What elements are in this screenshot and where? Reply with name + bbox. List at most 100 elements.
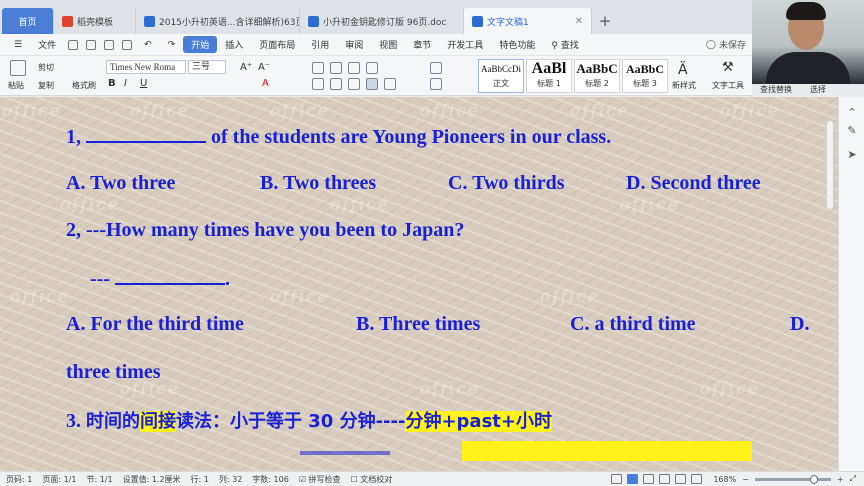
document-proofread[interactable]: ☐ 文档校对 [351,474,393,485]
justify-icon[interactable] [366,78,378,90]
style-heading-3[interactable]: AaBbC 标题 3 [622,59,668,93]
menu-item-insert[interactable]: 插入 [217,38,251,51]
hamburger-icon[interactable]: ☰ [6,40,30,50]
row-number: 行: 1 [190,474,209,484]
tab-document-1[interactable]: 2015小升初英语...含详细解析)63页 [136,8,300,34]
word-count[interactable]: 字数: 106 [252,474,289,485]
page-view-icon[interactable] [627,474,639,484]
menu-item-chapter[interactable]: 章节 [405,38,439,51]
redo-icon[interactable]: ↷ [160,40,184,50]
zoom-slider-thumb[interactable] [809,474,818,484]
fit-page-icon[interactable]: ⤢ [850,474,856,484]
underline-button[interactable]: U [140,78,147,89]
menu-item-developer[interactable]: 开发工具 [439,38,491,51]
export-pdf-icon[interactable] [86,39,97,50]
zoom-out-button[interactable]: − [742,475,749,484]
decrease-indent-icon[interactable] [348,62,360,74]
zoom-level[interactable]: 168% [713,475,736,484]
webcam-overlay [752,0,864,84]
new-style-button[interactable]: 新样式 [672,80,696,91]
grow-font-icon[interactable]: A⁺ [240,62,252,73]
format-painter-button[interactable]: 格式刷 [72,80,96,91]
read-mode-icon[interactable] [691,474,703,484]
shading-icon[interactable] [430,78,442,90]
bullet-list-icon[interactable] [312,62,324,74]
print-preview-icon[interactable] [122,39,133,50]
search-command[interactable]: ⚲ 查找 [543,38,586,51]
q2-option-b: B. Three times [356,313,481,335]
menu-item-home[interactable]: 开始 [183,36,218,53]
increase-indent-icon[interactable] [366,62,378,74]
document-page[interactable]: office office office office office offic… [0,97,838,471]
font-size-select[interactable]: 三号 [188,60,226,74]
tab-home[interactable]: 首页 [2,8,54,34]
zoom-in-button[interactable]: + [837,475,844,484]
question-1: 1, of the students are Young Pioneers in… [66,125,611,149]
cut-button[interactable]: 剪切 [38,62,54,73]
reply-dashes: --- [90,268,110,290]
copy-button[interactable]: 复制 [38,80,54,91]
save-icon[interactable] [68,39,79,50]
tab-label: 2015小升初英语...含详细解析)63页 [159,17,300,28]
italic-button[interactable]: I [124,78,127,89]
q1-option-a: A. Two three [66,172,176,194]
bold-button[interactable]: B [108,78,116,89]
web-view-icon[interactable] [659,474,671,484]
watermark-text: office [540,287,600,307]
print-icon[interactable] [104,39,115,50]
q2-option-d-continued: three times [66,361,161,383]
menu-item-view[interactable]: 视图 [371,38,405,51]
select-button[interactable]: 选择 [810,84,826,95]
search-label: 查找 [560,41,579,51]
align-center-icon[interactable] [330,78,342,90]
align-left-icon[interactable] [312,78,324,90]
zoom-slider[interactable] [754,474,831,484]
write-mode-icon[interactable] [675,474,687,484]
style-normal[interactable]: AaBbCcDi 正文 [478,59,524,93]
style-label: 标题 1 [537,79,561,88]
menu-item-layout[interactable]: 页面布局 [251,38,303,51]
new-style-icon[interactable]: Ä [678,62,688,78]
eye-protection-icon[interactable] [611,474,623,484]
menu-item-features[interactable]: 特色功能 [491,38,543,51]
style-heading-2[interactable]: AaBbC 标题 2 [574,59,620,93]
file-menu[interactable]: 文件 [30,38,64,51]
q1-option-d: D. Second three [626,172,761,194]
word-doc-icon [472,15,483,27]
unsaved-label: 未保存 [718,41,746,51]
numbered-list-icon[interactable] [330,62,342,74]
undo-icon[interactable]: ↶ [136,40,160,50]
text-tools-button[interactable]: 文字工具 [712,80,744,91]
pen-icon[interactable]: ✎ [846,125,858,137]
paste-button[interactable]: 粘贴 [8,80,24,91]
outline-view-icon[interactable] [643,474,655,484]
spell-check[interactable]: ☑ 拼写检查 [299,474,341,485]
vertical-scrollbar[interactable] [826,120,834,210]
spell-check-label: 拼写检查 [308,474,341,484]
tab-active-document[interactable]: 文字文稿1 ✕ [464,8,592,34]
style-heading-1[interactable]: AaBl 标题 1 [526,59,572,93]
tab-document-2[interactable]: 小升初金钥匙修订版 96页.doc [300,8,464,34]
line-spacing-icon[interactable] [384,78,396,90]
text-tools-icon[interactable]: ⚒ [722,60,734,75]
menu-item-review[interactable]: 审阅 [337,38,371,51]
font-color-icon[interactable]: A [262,78,269,89]
shrink-font-icon[interactable]: A⁻ [258,62,270,73]
find-replace-button[interactable]: 查找替换 [760,84,792,95]
tab-label: 首页 [18,17,37,28]
menu-item-references[interactable]: 引用 [303,38,337,51]
answer-blank [114,267,225,285]
show-marks-icon[interactable] [430,62,442,74]
new-tab-button[interactable]: + [592,8,618,34]
align-right-icon[interactable] [348,78,360,90]
chevron-up-icon[interactable]: ⌃ [846,107,858,119]
paste-icon[interactable] [10,60,26,76]
close-icon[interactable]: ✕ [575,16,583,27]
right-side-panel: ⌃ ✎ ➤ [838,97,864,471]
watermark-text: office [270,101,330,121]
pointer-icon[interactable]: ➤ [846,149,858,161]
font-name-select[interactable]: Times New Roma [106,60,186,74]
tab-label: 稻壳模板 [77,17,114,28]
tab-daoke-templates[interactable]: 稻壳模板 [54,8,136,34]
save-status: ◯ 未保存 [706,38,752,52]
